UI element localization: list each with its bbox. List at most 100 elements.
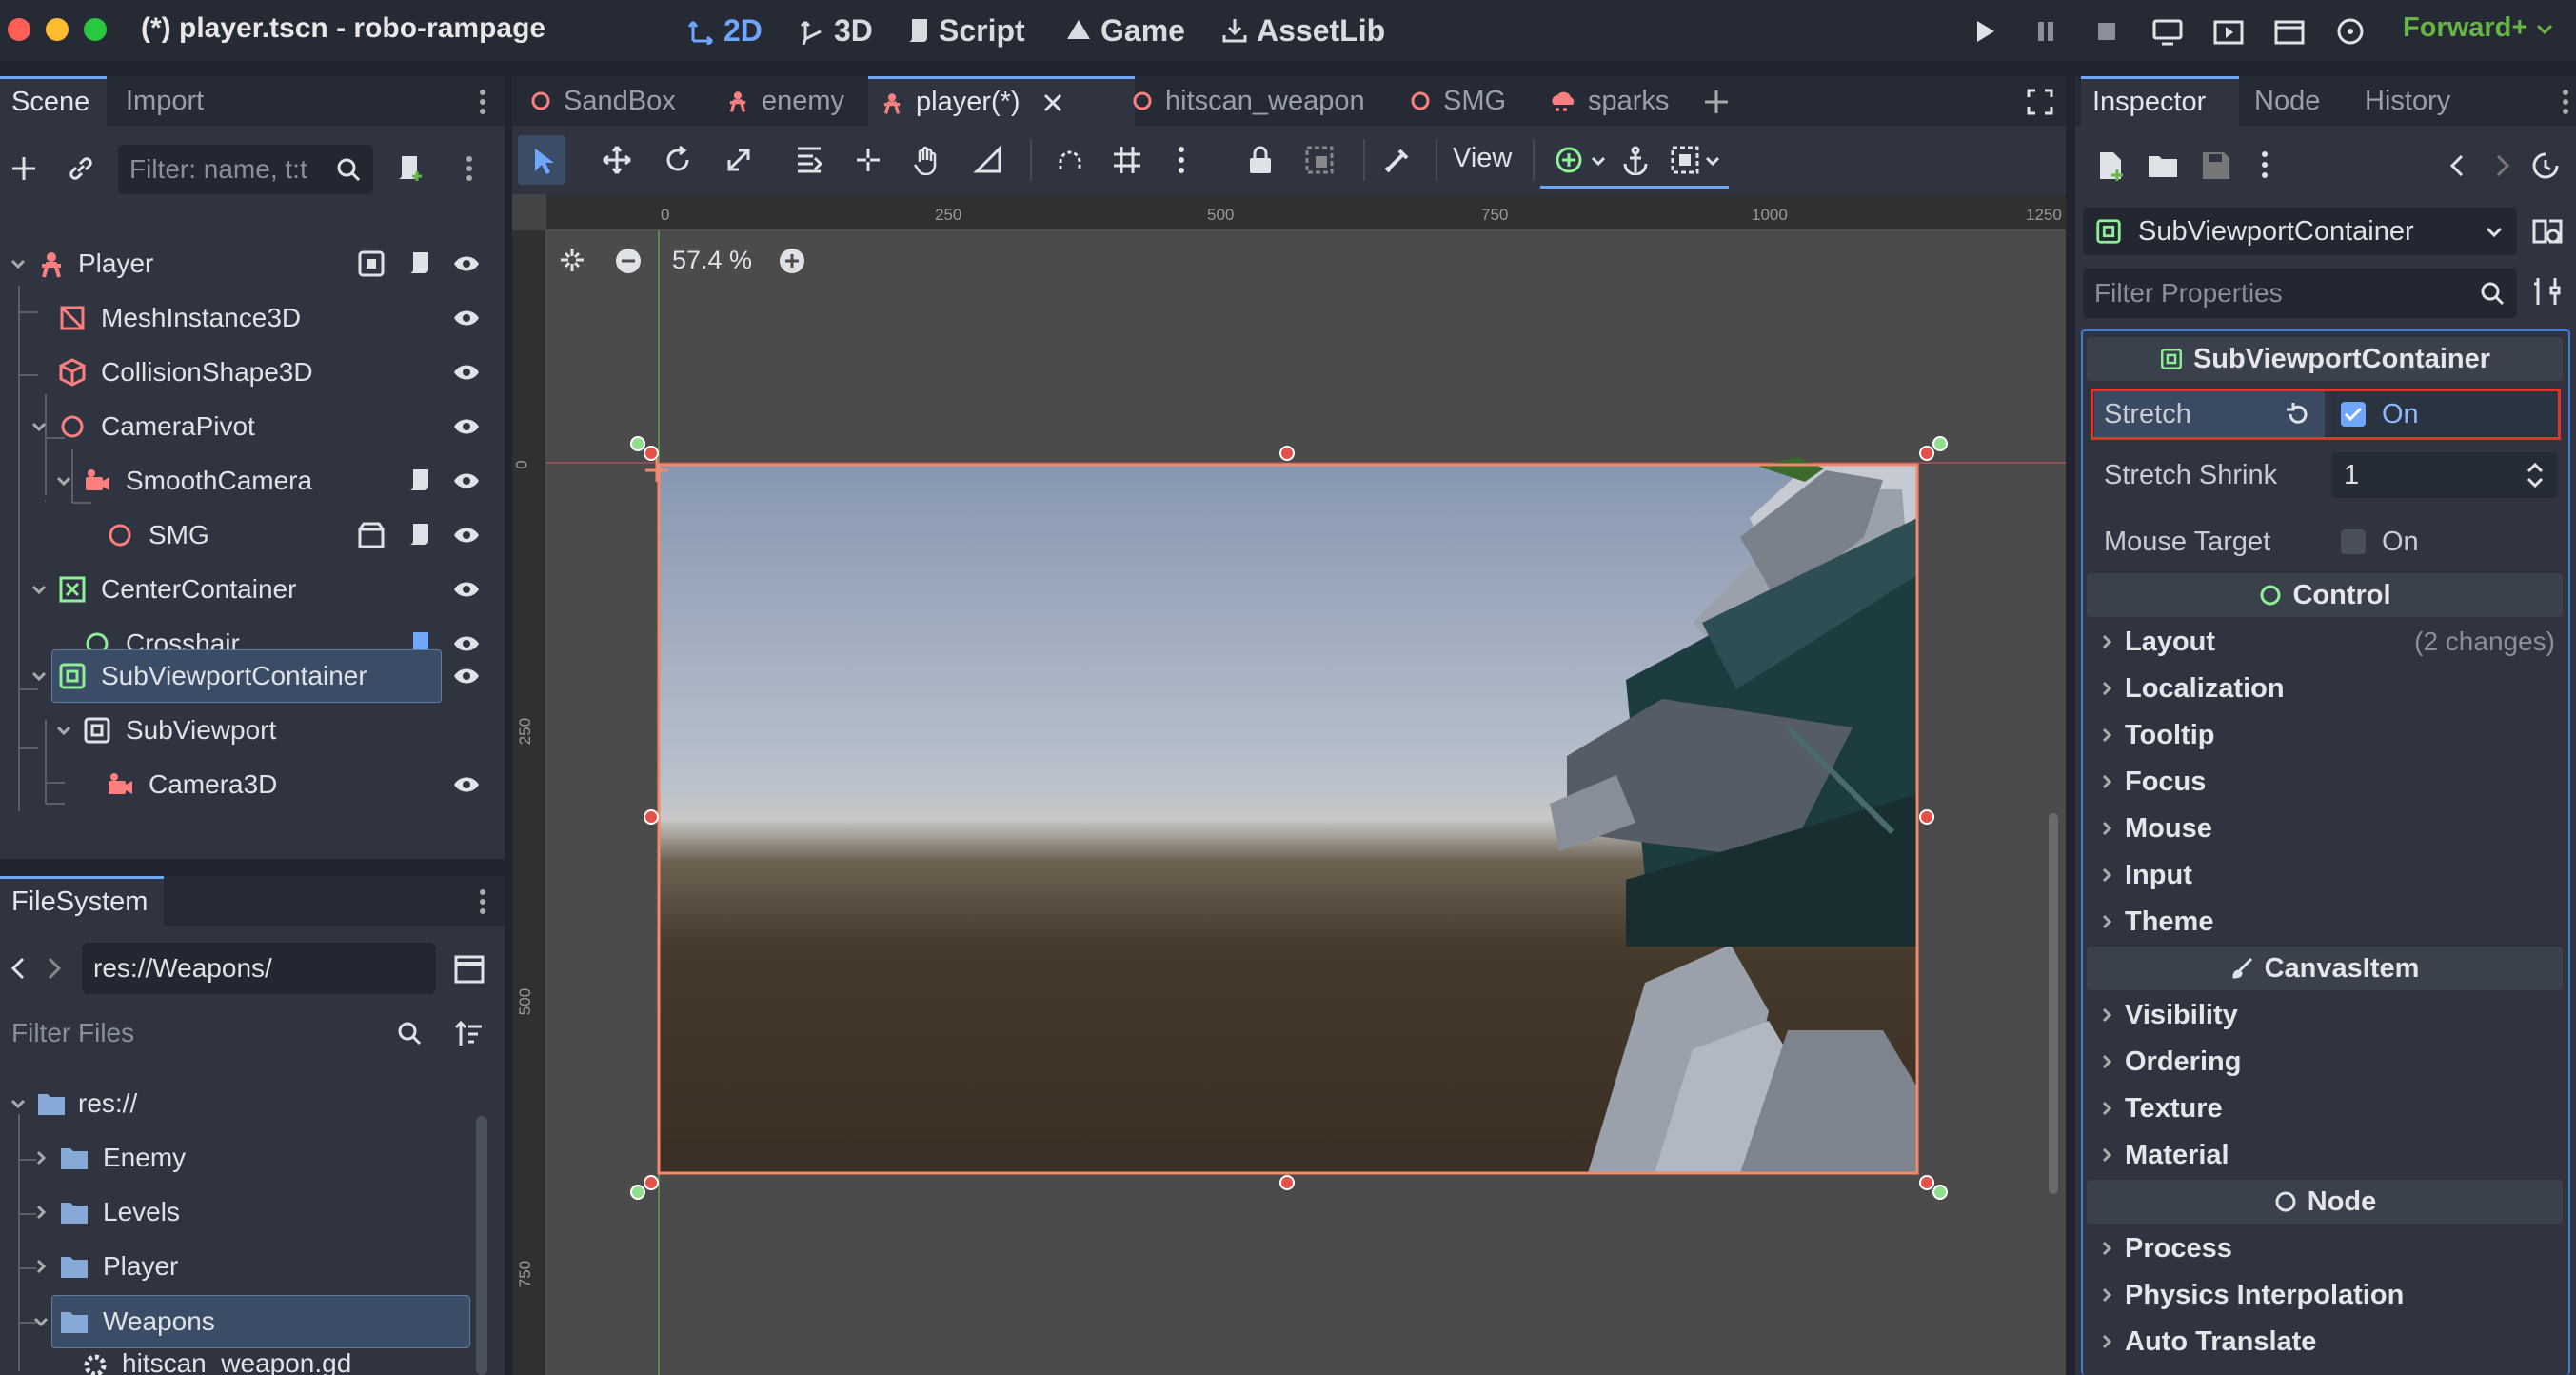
distraction-free-icon[interactable]: [2026, 88, 2054, 116]
split-view-icon[interactable]: [453, 954, 485, 985]
group-texture[interactable]: Texture: [2098, 1086, 2223, 1130]
maximize-window-button[interactable]: [84, 18, 107, 41]
spinner-arrows-icon[interactable]: [2525, 460, 2546, 490]
more-vertical-icon[interactable]: [476, 886, 489, 918]
play-scene-icon[interactable]: [2210, 13, 2247, 50]
tab-hitscan-weapon[interactable]: hitscan_weapon: [1120, 76, 1377, 126]
visibility-eye-icon[interactable]: [451, 769, 482, 800]
file-row-weapons[interactable]: Weapons: [32, 1298, 466, 1345]
view-menu[interactable]: View: [1453, 143, 1512, 174]
stretch-checkbox[interactable]: On: [2332, 391, 2557, 437]
file-row-levels[interactable]: Levels: [32, 1188, 466, 1236]
minimize-window-button[interactable]: [46, 18, 69, 41]
more-vertical-icon[interactable]: [2258, 147, 2271, 183]
group-material[interactable]: Material: [2098, 1133, 2229, 1177]
attach-script-icon[interactable]: [394, 152, 425, 183]
history-back-icon[interactable]: [2441, 149, 2475, 183]
tree-row-centercontainer[interactable]: CenterContainer: [30, 566, 495, 613]
close-window-button[interactable]: [8, 18, 30, 41]
collapse-arrow-icon[interactable]: [30, 668, 48, 685]
open-docs-icon[interactable]: [2530, 213, 2565, 248]
link-icon[interactable]: [67, 154, 95, 183]
tree-row-subviewportcontainer[interactable]: SubViewportContainer: [30, 652, 495, 700]
tab-enemy[interactable]: enemy: [714, 76, 856, 126]
node-selector[interactable]: SubViewportContainer: [2083, 208, 2517, 255]
file-row-enemy[interactable]: Enemy: [32, 1134, 466, 1182]
tree-row-camerapivot[interactable]: CameraPivot: [30, 403, 495, 450]
tab-filesystem[interactable]: FileSystem: [0, 876, 164, 926]
mode-2d-button[interactable]: 2D: [687, 10, 763, 51]
section-node[interactable]: Node: [2087, 1180, 2563, 1224]
tree-row-smoothcamera[interactable]: SmoothCamera: [55, 457, 495, 505]
group-focus[interactable]: Focus: [2098, 760, 2206, 804]
group-layout[interactable]: Layout (2 changes): [2098, 620, 2555, 664]
script-icon[interactable]: [404, 520, 434, 550]
scale-icon[interactable]: [723, 145, 754, 175]
smart-snap-icon[interactable]: [1055, 145, 1085, 175]
more-vertical-icon[interactable]: [2559, 86, 2572, 118]
group-localization[interactable]: Localization: [2098, 667, 2285, 710]
move-icon[interactable]: [602, 145, 632, 175]
expand-arrow-icon[interactable]: [32, 1204, 50, 1221]
group-process[interactable]: Process: [2098, 1226, 2232, 1270]
tab-inspector[interactable]: Inspector: [2081, 76, 2239, 126]
pan-hand-icon[interactable]: [912, 145, 942, 175]
tree-row-player[interactable]: Player: [10, 240, 495, 288]
tree-row-smg[interactable]: SMG: [105, 511, 495, 559]
tab-sandbox[interactable]: SandBox: [518, 76, 687, 126]
tools-icon[interactable]: [2530, 274, 2565, 309]
stop-icon[interactable]: [2089, 13, 2125, 50]
open-scene-icon[interactable]: [356, 520, 386, 550]
back-arrow-icon[interactable]: [8, 954, 29, 983]
path-field[interactable]: res://Weapons/: [82, 943, 436, 994]
lock-icon[interactable]: [1245, 145, 1276, 175]
canvas-viewport[interactable]: 0 250 500 750 1000 1250 0 250 500 750 57…: [512, 194, 2066, 1375]
close-icon[interactable]: [1041, 91, 1064, 114]
sort-icon[interactable]: [453, 1019, 484, 1049]
group-ordering[interactable]: Ordering: [2098, 1040, 2241, 1084]
script-icon[interactable]: [404, 249, 434, 279]
open-folder-icon[interactable]: [2146, 149, 2180, 183]
group-tooltip[interactable]: Tooltip: [2098, 713, 2214, 757]
collapse-arrow-icon[interactable]: [30, 418, 48, 435]
chevron-down-icon[interactable]: [1704, 152, 1721, 169]
tab-scene[interactable]: Scene: [0, 76, 107, 126]
visibility-eye-icon[interactable]: [451, 357, 482, 388]
more-vertical-icon[interactable]: [476, 86, 489, 118]
stretch-shrink-spinbox[interactable]: 1: [2332, 452, 2557, 498]
more-vertical-icon[interactable]: [1175, 143, 1188, 177]
group-visibility[interactable]: Visibility: [2098, 993, 2238, 1037]
add-guide-icon[interactable]: [1554, 145, 1584, 175]
mode-game-button[interactable]: Game: [1064, 10, 1185, 51]
grid-snap-icon[interactable]: [1112, 145, 1142, 175]
pause-icon[interactable]: [2028, 13, 2064, 50]
tab-sparks[interactable]: sparks: [1538, 76, 1680, 126]
visibility-eye-icon[interactable]: [451, 466, 482, 496]
renderer-select[interactable]: Forward+: [2403, 12, 2556, 44]
rotate-icon[interactable]: [663, 145, 693, 175]
zoom-in-icon[interactable]: [777, 246, 807, 276]
collapse-arrow-icon[interactable]: [10, 255, 27, 272]
ruler-horizontal[interactable]: 0 250 500 750 1000 1250: [512, 194, 2066, 230]
visibility-eye-icon[interactable]: [451, 661, 482, 691]
file-scrollbar-thumb[interactable]: [476, 1116, 487, 1375]
add-tab-icon[interactable]: [1702, 88, 1731, 116]
zoom-out-icon[interactable]: [613, 246, 644, 276]
section-canvasitem[interactable]: CanvasItem: [2087, 947, 2563, 990]
group-icon[interactable]: [356, 249, 386, 279]
visibility-eye-icon[interactable]: [451, 303, 482, 333]
file-row-hitscan-weapon-gd[interactable]: hitscan_weapon.gd: [82, 1352, 466, 1375]
ruler-vertical[interactable]: 0 250 500 750: [512, 194, 546, 1375]
revert-icon[interactable]: [2283, 400, 2311, 428]
tab-player[interactable]: player(*): [868, 76, 1135, 126]
collapse-arrow-icon[interactable]: [10, 1095, 27, 1112]
zoom-level[interactable]: 57.4 %: [672, 246, 752, 275]
select-mode-button[interactable]: [518, 135, 565, 185]
visibility-eye-icon[interactable]: [451, 411, 482, 442]
visibility-eye-icon[interactable]: [451, 574, 482, 605]
group-input[interactable]: Input: [2098, 853, 2192, 897]
pivot-icon[interactable]: [853, 145, 883, 175]
play-custom-scene-icon[interactable]: [2271, 13, 2308, 50]
visibility-eye-icon[interactable]: [451, 249, 482, 279]
collapse-arrow-icon[interactable]: [55, 472, 72, 489]
